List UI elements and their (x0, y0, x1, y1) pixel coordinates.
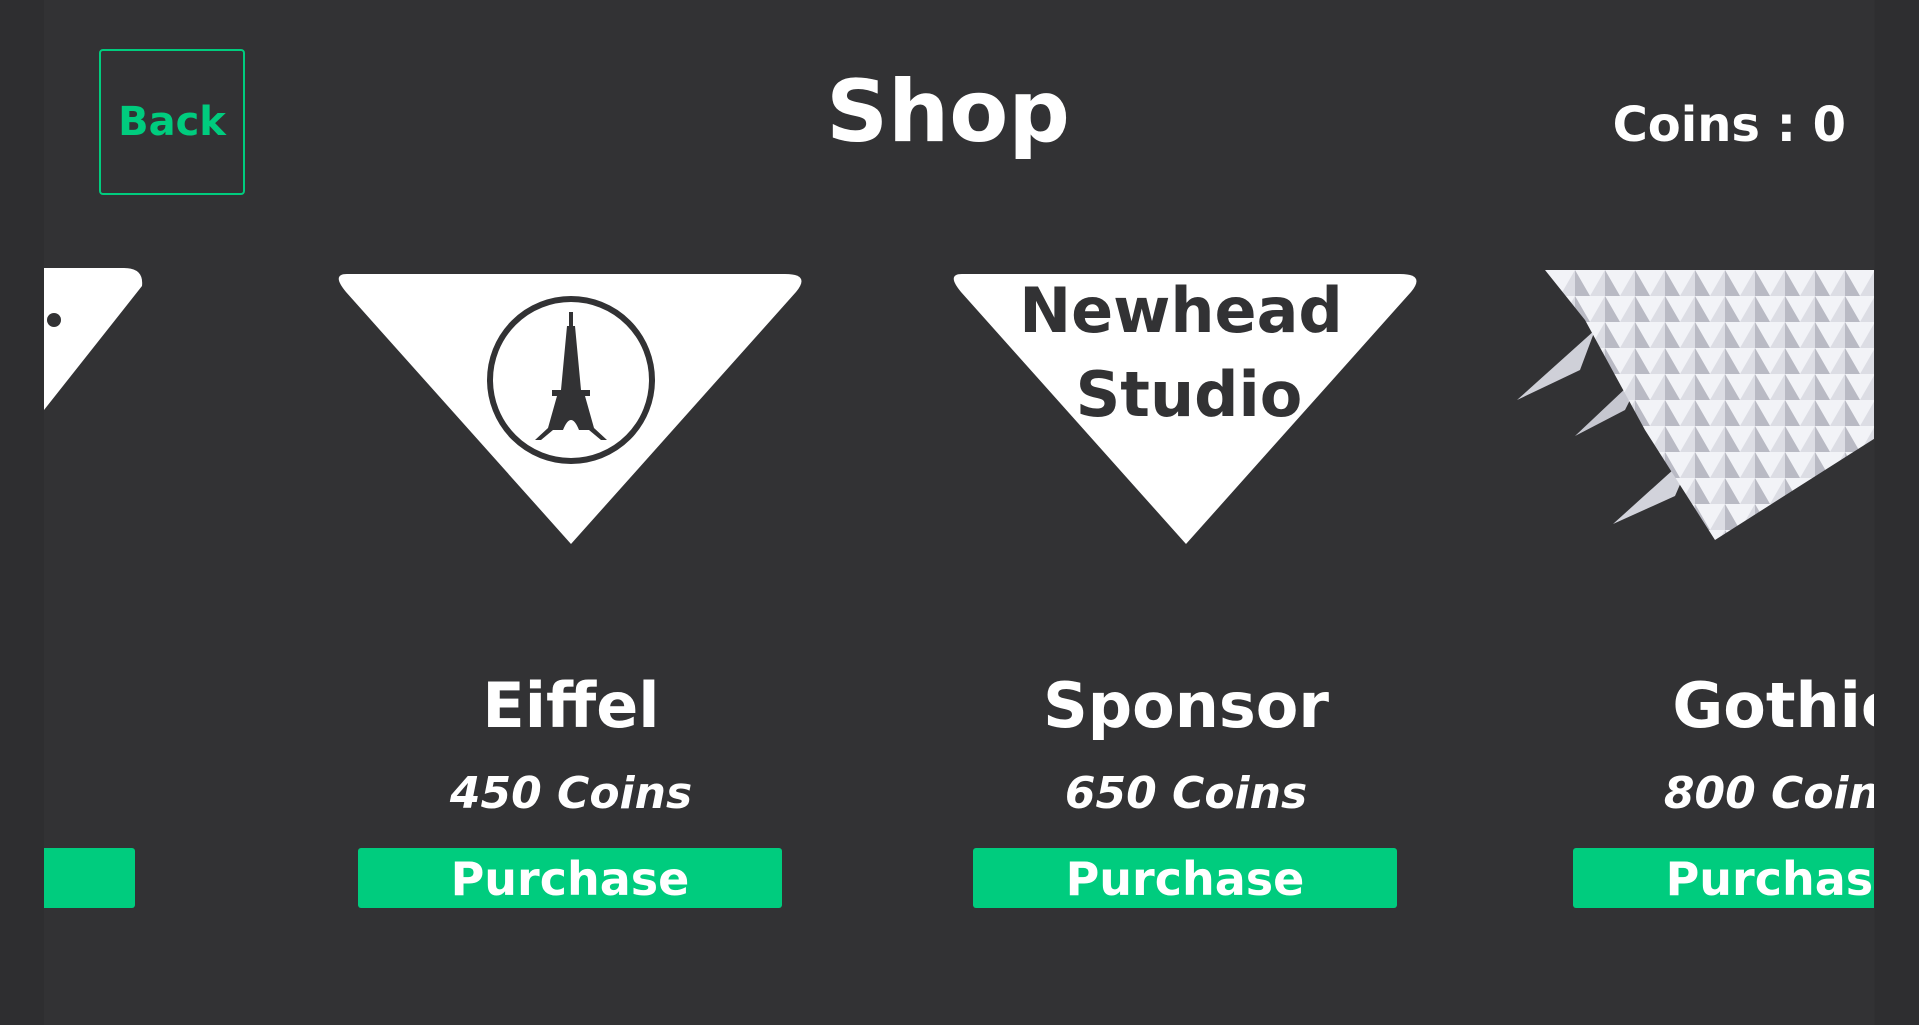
shop-item-gothic: Gothic 800 Coins Purchase (1485, 260, 1874, 920)
right-border (1875, 0, 1919, 1025)
page-title: Shop (826, 62, 1070, 162)
purchase-button-gothic[interactable]: Purchase (1573, 848, 1874, 908)
eiffel-emblem (338, 274, 802, 544)
item-name: Eiffel (482, 669, 660, 742)
gothic-emblem (1517, 270, 1874, 540)
coins-counter: Coins : 0 (1612, 97, 1846, 153)
purchase-button-sponsor[interactable]: Purchase (973, 848, 1397, 908)
item-price: 450 Coins (449, 768, 693, 819)
item-price: 650 Coins (1064, 768, 1308, 819)
item-price: 800 Coins (1663, 768, 1874, 819)
left-border (0, 0, 44, 1025)
previous-item-emblem (44, 268, 143, 410)
spiked-pyramid-icon (1517, 270, 1874, 540)
shop-item-sponsor: Newhead Studio Sponsor 650 Coins Purchas… (886, 260, 1486, 920)
shop-item-eiffel: Eiffel 450 Coins Purchase (271, 260, 871, 920)
sponsor-logo-line1: Newhead (1019, 274, 1343, 347)
previous-item-purchase-button[interactable] (44, 848, 135, 908)
purchase-button-eiffel[interactable]: Purchase (358, 848, 782, 908)
item-name: Gothic (1672, 669, 1874, 742)
shop-screen: Back Shop Coins : 0 Eiffel 450 Coins Pur… (44, 0, 1874, 1025)
sponsor-emblem: Newhead Studio (953, 274, 1417, 544)
item-name: Sponsor (1043, 669, 1329, 742)
sponsor-logo-line2: Studio (1076, 358, 1303, 431)
